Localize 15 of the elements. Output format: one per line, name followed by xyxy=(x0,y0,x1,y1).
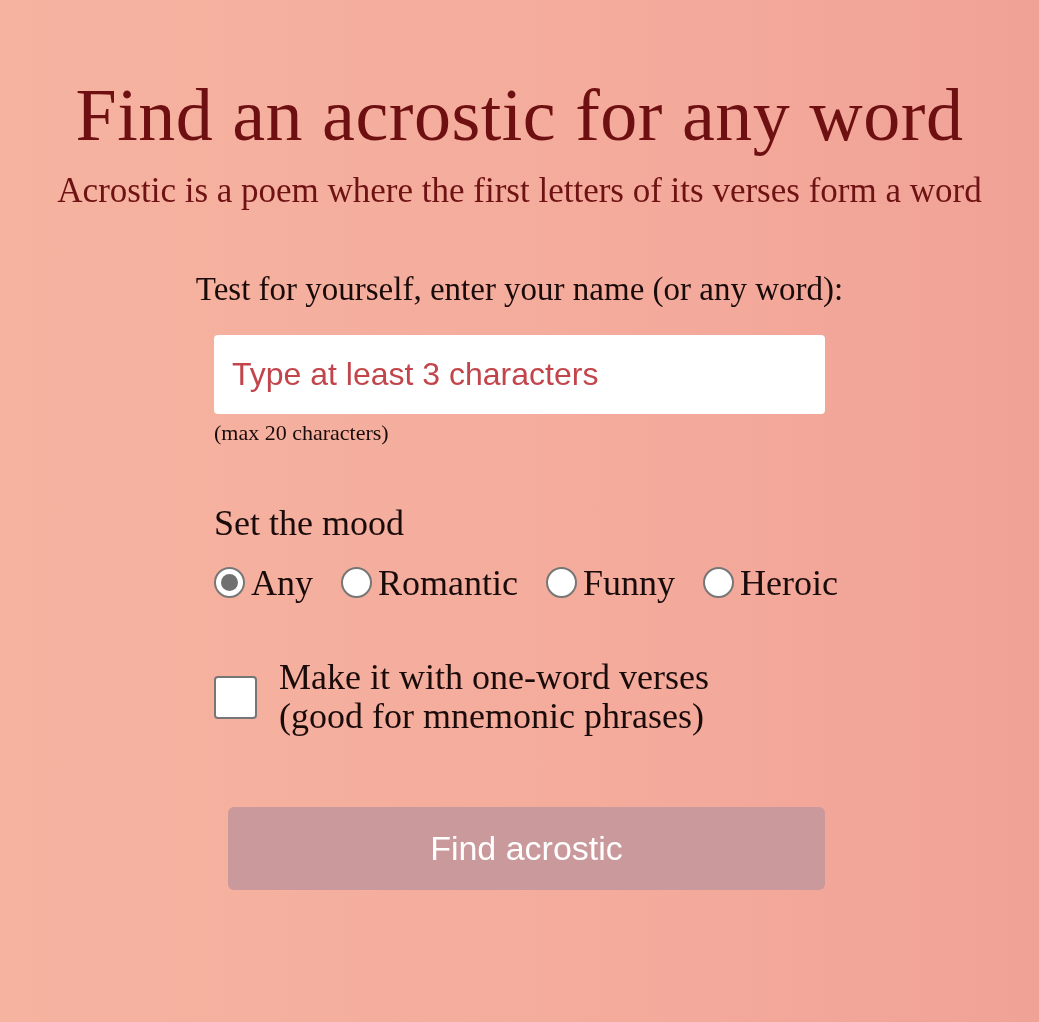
checkbox[interactable] xyxy=(214,675,257,719)
radio-button[interactable] xyxy=(703,567,734,599)
radio-label[interactable]: Any xyxy=(251,561,313,604)
subtitle: Acrostic is a poem where the first letters of its verses form a word xyxy=(57,172,982,211)
radio-button[interactable] xyxy=(214,567,245,599)
checkbox-label[interactable]: Make it with one-word verses (good for mnemonic phrases) xyxy=(279,657,709,737)
mood-label: Set the mood xyxy=(214,501,404,544)
radio-label[interactable]: Heroic xyxy=(740,561,838,604)
hint-text: (max 20 characters) xyxy=(214,419,389,446)
prompt-text: Test for yourself, enter your name (or any word): xyxy=(195,270,844,307)
radio-label[interactable]: Funny xyxy=(583,561,675,604)
radio-button[interactable] xyxy=(341,567,372,599)
word-field[interactable]: Type at least 3 characters xyxy=(214,334,825,414)
radio-label[interactable]: Romantic xyxy=(378,561,518,604)
radio-button[interactable] xyxy=(546,567,577,599)
